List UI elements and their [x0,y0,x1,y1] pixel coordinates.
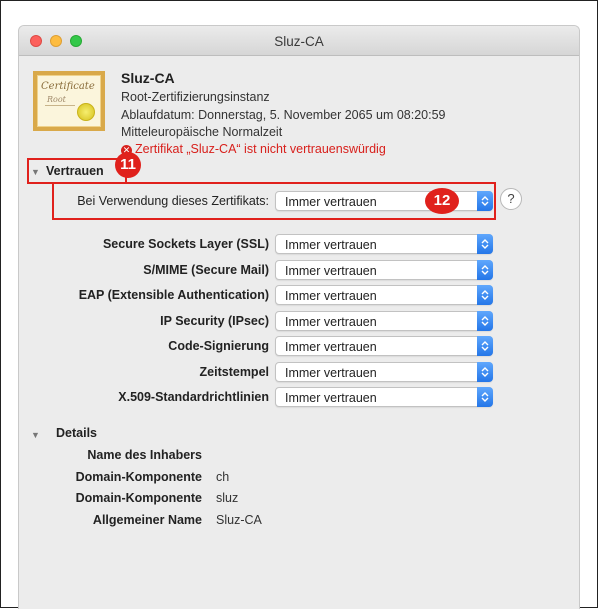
chevron-updown-icon [477,259,493,280]
details-row-label: Domain-Komponente [75,469,202,484]
certificate-icon: Certificate Root [33,71,105,131]
certificate-timezone: Mitteleuropäische Normalzeit [121,125,283,139]
details-row-value: ch [216,469,230,484]
trust-row-label: Zeitstempel [199,364,269,379]
certificate-icon-line [45,105,75,106]
trust-row-popup[interactable]: Immer vertrauen [275,234,493,254]
trust-row-value: Immer vertrauen [285,238,377,252]
details-section-title[interactable]: Details [56,426,97,440]
certificate-name: Sluz-CA [121,70,175,86]
trust-row-value: Immer vertrauen [285,289,377,303]
trust-row-label: S/MIME (Secure Mail) [143,262,269,277]
trust-warning: ✕ Zertifikat „Sluz-CA“ ist nicht vertraue… [121,142,386,156]
trust-row-label: Code-Signierung [168,339,269,353]
certificate-window: Sluz-CA Certificate Root Sluz-CA Root-Ze… [18,25,580,609]
certificate-type: Root-Zertifizierungsinstanz [121,90,270,104]
details-disclosure-triangle-icon[interactable]: ▼ [31,430,40,440]
trust-row-value: Immer vertrauen [285,365,377,380]
chevron-updown-icon [477,234,493,254]
trust-row-label: Secure Sockets Layer (SSL) [102,237,269,251]
details-row-label: Allgemeiner Name [92,512,202,527]
chevron-updown-icon [477,191,493,211]
chevron-updown-icon [477,361,493,382]
trust-row-popup[interactable]: Immer vertrauen [275,285,493,305]
screenshot-frame: Sluz-CA Certificate Root Sluz-CA Root-Ze… [0,0,598,609]
main-trust-label: Bei Verwendung dieses Zertifikats: [77,194,269,208]
trust-row-value: Immer vertrauen [285,340,377,354]
annotation-badge-11: 11 [115,152,141,178]
certificate-icon-subtext: Root [47,95,66,104]
details-row-label: Domain-Komponente [75,491,202,505]
details-row-label: Name des Inhabers [87,448,202,462]
window-title: Sluz-CA [274,34,324,49]
trust-row-popup[interactable]: Immer vertrauen [275,387,493,407]
trust-row-label: EAP (Extensible Authentication) [78,288,269,302]
trust-warning-text: Zertifikat „Sluz-CA“ ist nicht vertrauen… [135,142,386,156]
main-trust-popup[interactable]: Immer vertrauen [275,191,493,211]
chevron-updown-icon [477,336,493,356]
trust-row-value: Immer vertrauen [285,314,377,329]
title-bar: Sluz-CA [19,26,579,56]
chevron-updown-icon [477,285,493,305]
trust-row-popup[interactable]: Immer vertrauen [275,361,493,382]
trust-row-label: X.509-Standardrichtlinien [118,390,269,404]
highlight-box-trust [27,158,127,184]
annotation-badge-12: 12 [425,188,459,214]
chevron-updown-icon [477,387,493,407]
details-row-value: sluz [216,491,239,505]
details-row-value: Sluz-CA [216,512,262,527]
chevron-updown-icon [477,310,493,331]
trust-row-value: Immer vertrauen [285,263,377,278]
main-trust-value: Immer vertrauen [285,195,377,209]
trust-row-popup[interactable]: Immer vertrauen [275,336,493,356]
trust-row-value: Immer vertrauen [285,391,377,405]
help-button[interactable]: ? [500,188,522,210]
trust-row-popup[interactable]: Immer vertrauen [275,310,493,331]
certificate-expiry: Ablaufdatum: Donnerstag, 5. November 206… [121,108,446,122]
trust-row-popup[interactable]: Immer vertrauen [275,259,493,280]
trust-row-label: IP Security (IPsec) [160,313,269,328]
seal-icon [77,103,95,121]
certificate-icon-text: Certificate [41,81,95,92]
